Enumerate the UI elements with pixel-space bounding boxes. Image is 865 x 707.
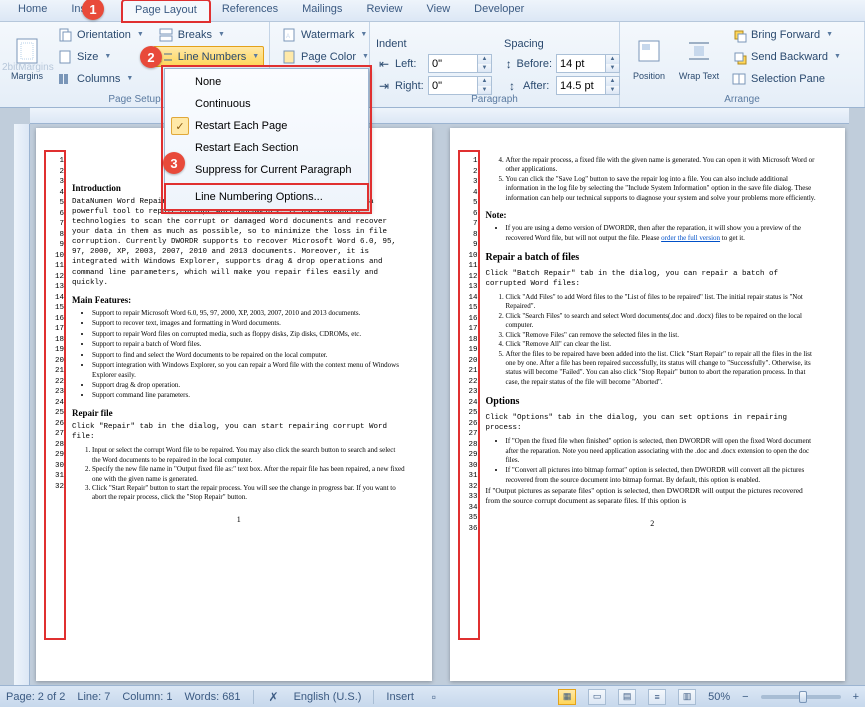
tab-home[interactable]: Home xyxy=(6,0,59,21)
zoom-slider[interactable] xyxy=(761,695,841,699)
status-words[interactable]: Words: 681 xyxy=(185,691,241,703)
columns-icon xyxy=(57,71,73,87)
indent-heading: Indent xyxy=(376,38,492,50)
spacing-after-icon: ↕ xyxy=(504,78,520,94)
size-icon xyxy=(57,49,73,65)
status-zoom[interactable]: 50% xyxy=(708,691,730,703)
view-draft[interactable]: ▥ xyxy=(678,689,696,705)
dd-line-numbering-options[interactable]: Line Numbering Options... xyxy=(167,186,366,208)
ribbon-tabbar: Home Ins Page Layout References Mailings… xyxy=(0,0,865,22)
indent-right-spinner[interactable]: ▲▼ xyxy=(428,76,492,95)
breaks-button[interactable]: Breaks▼ xyxy=(153,24,264,45)
size-button[interactable]: Size▼ xyxy=(52,46,149,67)
tab-references[interactable]: References xyxy=(210,0,290,21)
status-page[interactable]: Page: 2 of 2 xyxy=(6,691,65,703)
line-numbers-col-p1: 1234567891011121314151617181920212223242… xyxy=(50,156,64,492)
zoom-in-button[interactable]: + xyxy=(853,691,859,703)
send-backward-icon xyxy=(731,49,747,65)
page-number-1: 1 xyxy=(72,515,406,526)
tab-page-layout[interactable]: Page Layout xyxy=(122,0,210,22)
zoom-out-button[interactable]: − xyxy=(742,691,748,703)
horizontal-ruler[interactable] xyxy=(30,108,849,124)
batch-text: Click "Batch Repair" tab in the dialog, … xyxy=(486,269,820,289)
orientation-button[interactable]: Orientation▼ xyxy=(52,24,149,45)
position-icon xyxy=(633,35,665,67)
macro-icon[interactable]: ▫ xyxy=(426,689,442,705)
dd-continuous[interactable]: Continuous xyxy=(167,93,366,115)
breaks-icon xyxy=(158,27,174,43)
output-text: If "Output pictures as separate files" o… xyxy=(486,486,820,506)
spacing-heading: Spacing xyxy=(504,38,620,50)
wrap-text-button[interactable]: Wrap Text xyxy=(676,24,722,88)
indent-right-icon: ⇥ xyxy=(376,78,392,94)
bring-forward-icon xyxy=(731,27,747,43)
wrap-text-icon xyxy=(683,35,715,67)
margins-button[interactable]: Margins xyxy=(6,24,48,88)
selection-pane-icon xyxy=(731,71,747,87)
dd-restart-section[interactable]: Restart Each Section xyxy=(167,137,366,159)
spacing-after-spinner[interactable]: ▲▼ xyxy=(556,76,620,95)
indent-left-icon: ⇤ xyxy=(376,56,392,72)
page-number-2: 2 xyxy=(486,519,820,530)
view-print-layout[interactable]: ▦ xyxy=(558,689,576,705)
batch-steps: Click "Add Files" to add Word files to t… xyxy=(486,293,820,387)
line-numbers-dropdown: None Continuous ✓Restart Each Page Resta… xyxy=(164,68,369,211)
status-column[interactable]: Column: 1 xyxy=(122,691,172,703)
status-language[interactable]: English (U.S.) xyxy=(294,691,362,703)
dd-none[interactable]: None xyxy=(167,71,366,93)
spacing-before-spinner[interactable]: ▲▼ xyxy=(556,54,620,73)
document-area: 1234567891011121314151617181920212223242… xyxy=(0,108,865,685)
margins-tooltip: 2bitMargins xyxy=(2,62,54,73)
view-full-screen[interactable]: ▭ xyxy=(588,689,606,705)
send-backward-button[interactable]: Send Backward▼ xyxy=(726,46,846,67)
repair-heading: Repair file xyxy=(72,407,406,419)
group-label-paragraph: Paragraph xyxy=(370,94,619,105)
page-color-icon xyxy=(281,49,297,65)
statusbar: Page: 2 of 2 Line: 7 Column: 1 Words: 68… xyxy=(0,685,865,707)
marker-3: 3 xyxy=(163,152,185,174)
dd-restart-page[interactable]: ✓Restart Each Page xyxy=(167,115,366,137)
order-link[interactable]: order the full version xyxy=(661,234,720,242)
repair-text: Click "Repair" tab in the dialog, you ca… xyxy=(72,422,406,442)
status-line[interactable]: Line: 7 xyxy=(77,691,110,703)
ribbon: Margins Orientation▼ Size▼ Columns▼ xyxy=(0,22,865,108)
view-outline[interactable]: ≡ xyxy=(648,689,666,705)
features-list: Support to repair Microsoft Word 6.0, 95… xyxy=(72,309,406,401)
batch-heading: Repair a batch of files xyxy=(486,251,820,265)
dd-suppress[interactable]: Suppress for Current Paragraph xyxy=(167,159,366,181)
options-text: Click "Options" tab in the dialog, you c… xyxy=(486,413,820,433)
tab-developer[interactable]: Developer xyxy=(462,0,536,21)
selection-pane-button[interactable]: Selection Pane xyxy=(726,68,846,89)
group-label-arrange: Arrange xyxy=(620,94,864,105)
marker-2: 2 xyxy=(140,46,162,68)
spacing-before-icon: ↕ xyxy=(504,56,514,72)
columns-button[interactable]: Columns▼ xyxy=(52,68,149,89)
indent-left-spinner[interactable]: ▲▼ xyxy=(428,54,492,73)
options-list: If "Open the fixed file when finished" o… xyxy=(486,437,820,485)
view-web-layout[interactable]: ▤ xyxy=(618,689,636,705)
tab-review[interactable]: Review xyxy=(354,0,414,21)
line-numbers-col-p2: 1234567891011121314151617181920212223242… xyxy=(464,156,478,534)
orientation-icon xyxy=(57,27,73,43)
features-heading: Main Features: xyxy=(72,294,406,306)
page-2: 1234567891011121314151617181920212223242… xyxy=(450,128,846,681)
tab-view[interactable]: View xyxy=(415,0,463,21)
position-button[interactable]: Position xyxy=(626,24,672,88)
note-list: If you are using a demo version of DWORD… xyxy=(486,224,820,243)
options-heading: Options xyxy=(486,395,820,409)
top-steps: After the repair process, a fixed file w… xyxy=(486,156,820,203)
tab-mailings[interactable]: Mailings xyxy=(290,0,354,21)
note-heading: Note: xyxy=(486,209,820,221)
vertical-ruler[interactable] xyxy=(14,124,30,685)
status-insert[interactable]: Insert xyxy=(386,691,414,703)
spellcheck-icon[interactable]: ✗ xyxy=(266,689,282,705)
watermark-button[interactable]: A Watermark▼ xyxy=(276,24,374,45)
bring-forward-button[interactable]: Bring Forward▼ xyxy=(726,24,846,45)
page-color-button[interactable]: Page Color▼ xyxy=(276,46,374,67)
check-icon: ✓ xyxy=(171,117,189,135)
watermark-icon: A xyxy=(281,27,297,43)
repair-steps: Input or select the corrupt Word file to… xyxy=(72,446,406,503)
line-numbers-button[interactable]: 12 Line Numbers▼ xyxy=(153,46,264,67)
svg-text:A: A xyxy=(286,34,290,40)
